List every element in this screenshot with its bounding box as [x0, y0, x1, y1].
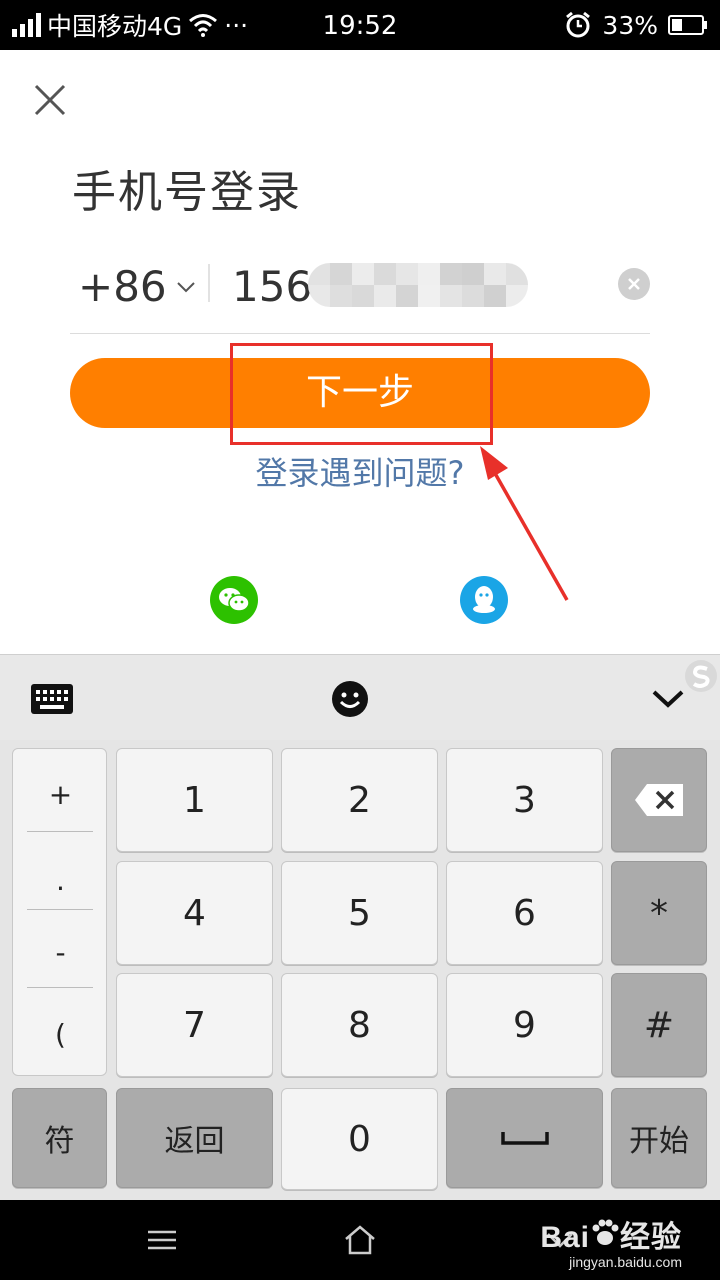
country-code-label: +86 [78, 262, 167, 311]
backspace-key[interactable] [611, 748, 707, 852]
space-key[interactable] [446, 1088, 603, 1188]
key-paren[interactable]: ( [13, 995, 108, 1073]
keyboard-switch-button[interactable] [28, 675, 76, 723]
backspace-icon [635, 784, 683, 816]
home-icon [345, 1225, 375, 1255]
key-4[interactable]: 4 [116, 861, 273, 965]
status-right: 33% [564, 0, 708, 50]
space-icon [500, 1132, 549, 1145]
watermark-url: jingyan.baidu.com [569, 1254, 682, 1270]
start-key[interactable]: 开始 [611, 1088, 707, 1188]
divider [27, 831, 93, 832]
wechat-icon [219, 588, 250, 612]
battery-label: 33% [602, 10, 658, 40]
status-bar: 中国移动4G ··· 19:52 33% [0, 0, 720, 50]
divider [27, 909, 93, 910]
menu-button[interactable] [142, 1222, 182, 1258]
clear-button[interactable] [618, 268, 650, 300]
qq-login-button[interactable] [460, 576, 508, 624]
chevron-down-icon [176, 281, 195, 292]
redacted-digits [308, 263, 528, 307]
key-1[interactable]: 1 [116, 748, 273, 852]
input-method-logo-icon [685, 660, 717, 692]
phone-input-row: +86 156 [70, 250, 650, 334]
back-key[interactable]: 返回 [116, 1088, 273, 1188]
alarm-icon [566, 11, 591, 38]
key-3[interactable]: 3 [446, 748, 603, 852]
key-5[interactable]: 5 [281, 861, 438, 965]
key-plus[interactable]: + [13, 755, 108, 833]
phone-input[interactable]: 156 [232, 262, 312, 311]
key-dot[interactable]: . [13, 841, 108, 919]
chevron-down-icon [652, 690, 684, 708]
menu-icon [148, 1230, 176, 1250]
key-hash[interactable]: # [611, 973, 707, 1077]
key-8[interactable]: 8 [281, 973, 438, 1077]
country-code-selector[interactable]: +86 [78, 262, 197, 311]
divider [27, 987, 93, 988]
watermark-brand: Bai [540, 1221, 590, 1254]
key-7[interactable]: 7 [116, 973, 273, 1077]
emoji-icon [332, 681, 368, 717]
keyboard-toolbar [0, 654, 720, 740]
watermark-brand-2: 经验 [620, 1221, 682, 1254]
login-help-link[interactable]: 登录遇到问题? [0, 448, 720, 494]
paw-icon [592, 1219, 619, 1245]
keyboard-icon [31, 684, 73, 714]
clear-icon [628, 278, 640, 290]
key-star[interactable]: * [611, 861, 707, 965]
key-2[interactable]: 2 [281, 748, 438, 852]
close-button[interactable] [26, 76, 74, 124]
home-button[interactable] [340, 1222, 380, 1258]
baidu-jingyan-watermark: Bai 经验 jingyan.baidu.com [540, 1212, 682, 1270]
next-step-button[interactable]: 下一步 [70, 358, 650, 428]
key-9[interactable]: 9 [446, 973, 603, 1077]
key-minus[interactable]: - [13, 913, 108, 991]
symbols-key[interactable]: 符 [12, 1088, 107, 1188]
key-6[interactable]: 6 [446, 861, 603, 965]
symbol-column[interactable]: + . - ( [12, 748, 107, 1076]
divider [208, 264, 210, 302]
qq-icon [473, 586, 495, 613]
wechat-login-button[interactable] [210, 576, 258, 624]
emoji-button[interactable] [326, 675, 374, 723]
page-title: 手机号登录 [72, 167, 302, 218]
close-icon [34, 84, 66, 116]
key-0[interactable]: 0 [281, 1088, 438, 1190]
battery-icon [668, 15, 707, 35]
